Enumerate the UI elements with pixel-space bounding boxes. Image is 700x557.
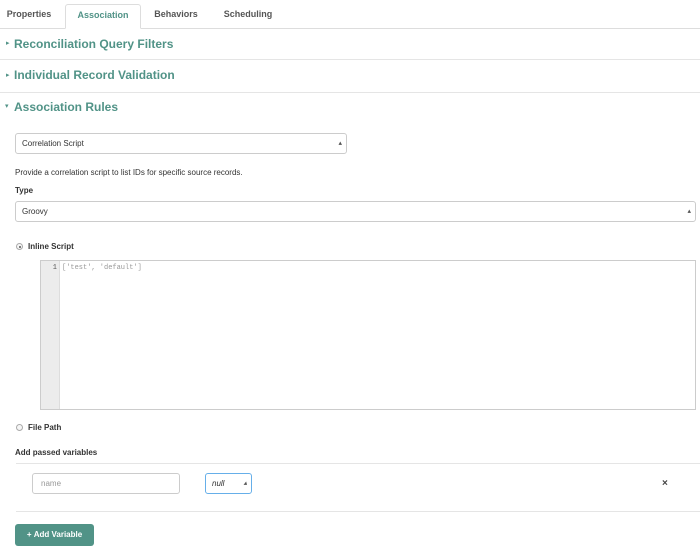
file-path-label: File Path bbox=[28, 423, 62, 432]
divider bbox=[16, 463, 700, 464]
close-icon[interactable]: × bbox=[662, 478, 668, 489]
type-select-value: Groovy bbox=[22, 207, 48, 216]
tab-properties[interactable]: Properties bbox=[0, 4, 58, 28]
select-arrows-icon: ▴ bbox=[687, 208, 691, 215]
reconciliation-section-title: Reconciliation Query Filters bbox=[14, 37, 174, 51]
variable-value-select[interactable]: null ▴ bbox=[205, 473, 252, 494]
tab-behaviors[interactable]: Behaviors bbox=[146, 4, 206, 28]
inline-script-label: Inline Script bbox=[28, 242, 74, 251]
validation-section-header[interactable]: ▸ Individual Record Validation bbox=[0, 60, 700, 93]
down-caret-icon: ▾ bbox=[5, 103, 9, 110]
type-select[interactable]: Groovy ▴ bbox=[15, 201, 696, 222]
add-variable-label: Add Variable bbox=[33, 530, 83, 539]
validation-section-title: Individual Record Validation bbox=[14, 68, 175, 82]
right-caret-icon: ▸ bbox=[6, 40, 10, 47]
association-section-header[interactable]: ▾ Association Rules bbox=[0, 93, 700, 123]
association-rule-select[interactable]: Correlation Script ▴ bbox=[15, 133, 347, 154]
add-variable-button[interactable]: + Add Variable bbox=[15, 524, 94, 546]
association-rule-value: Correlation Script bbox=[22, 139, 84, 148]
divider bbox=[16, 511, 700, 512]
tab-association[interactable]: Association bbox=[65, 4, 141, 29]
variables-label: Add passed variables bbox=[15, 448, 98, 457]
variable-name-placeholder: name bbox=[41, 479, 62, 488]
editor-gutter: 1 bbox=[41, 261, 60, 409]
file-path-radio[interactable] bbox=[16, 424, 23, 431]
type-label: Type bbox=[15, 186, 34, 195]
plus-icon: + bbox=[26, 530, 32, 539]
tab-bar: Properties Association Behaviors Schedul… bbox=[0, 0, 700, 29]
inline-script-radio[interactable] bbox=[16, 243, 23, 250]
tab-scheduling[interactable]: Scheduling bbox=[215, 4, 281, 28]
right-caret-icon: ▸ bbox=[6, 72, 10, 79]
reconciliation-section-header[interactable]: ▸ Reconciliation Query Filters bbox=[0, 29, 700, 60]
variable-name-input[interactable]: name bbox=[32, 473, 180, 494]
select-arrows-icon: ▴ bbox=[243, 480, 247, 487]
line-number: 1 bbox=[52, 264, 57, 272]
association-description: Provide a correlation script to list IDs… bbox=[15, 168, 243, 177]
select-arrows-icon: ▴ bbox=[338, 140, 342, 147]
association-section-title: Association Rules bbox=[14, 100, 119, 114]
editor-code-line: ['test', 'default'] bbox=[62, 264, 142, 272]
variable-value: null bbox=[212, 479, 225, 488]
script-editor[interactable]: 1 ['test', 'default'] bbox=[40, 260, 696, 410]
